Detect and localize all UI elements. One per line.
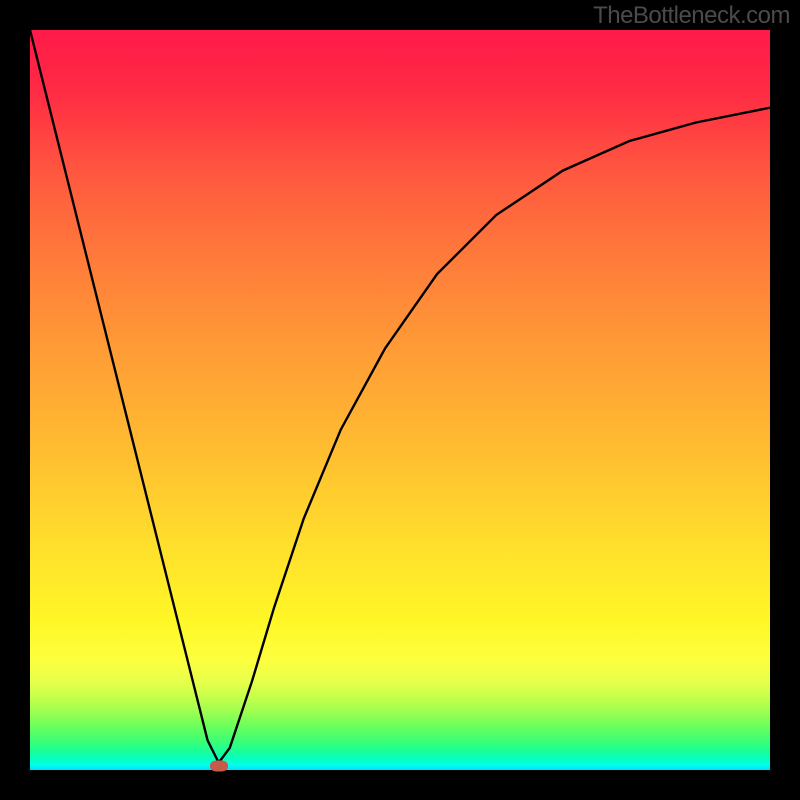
minimum-marker — [210, 760, 228, 771]
bottleneck-curve — [30, 30, 770, 770]
plot-area — [30, 30, 770, 770]
watermark-label: TheBottleneck.com — [593, 2, 790, 30]
chart-frame: TheBottleneck.com — [0, 0, 800, 800]
